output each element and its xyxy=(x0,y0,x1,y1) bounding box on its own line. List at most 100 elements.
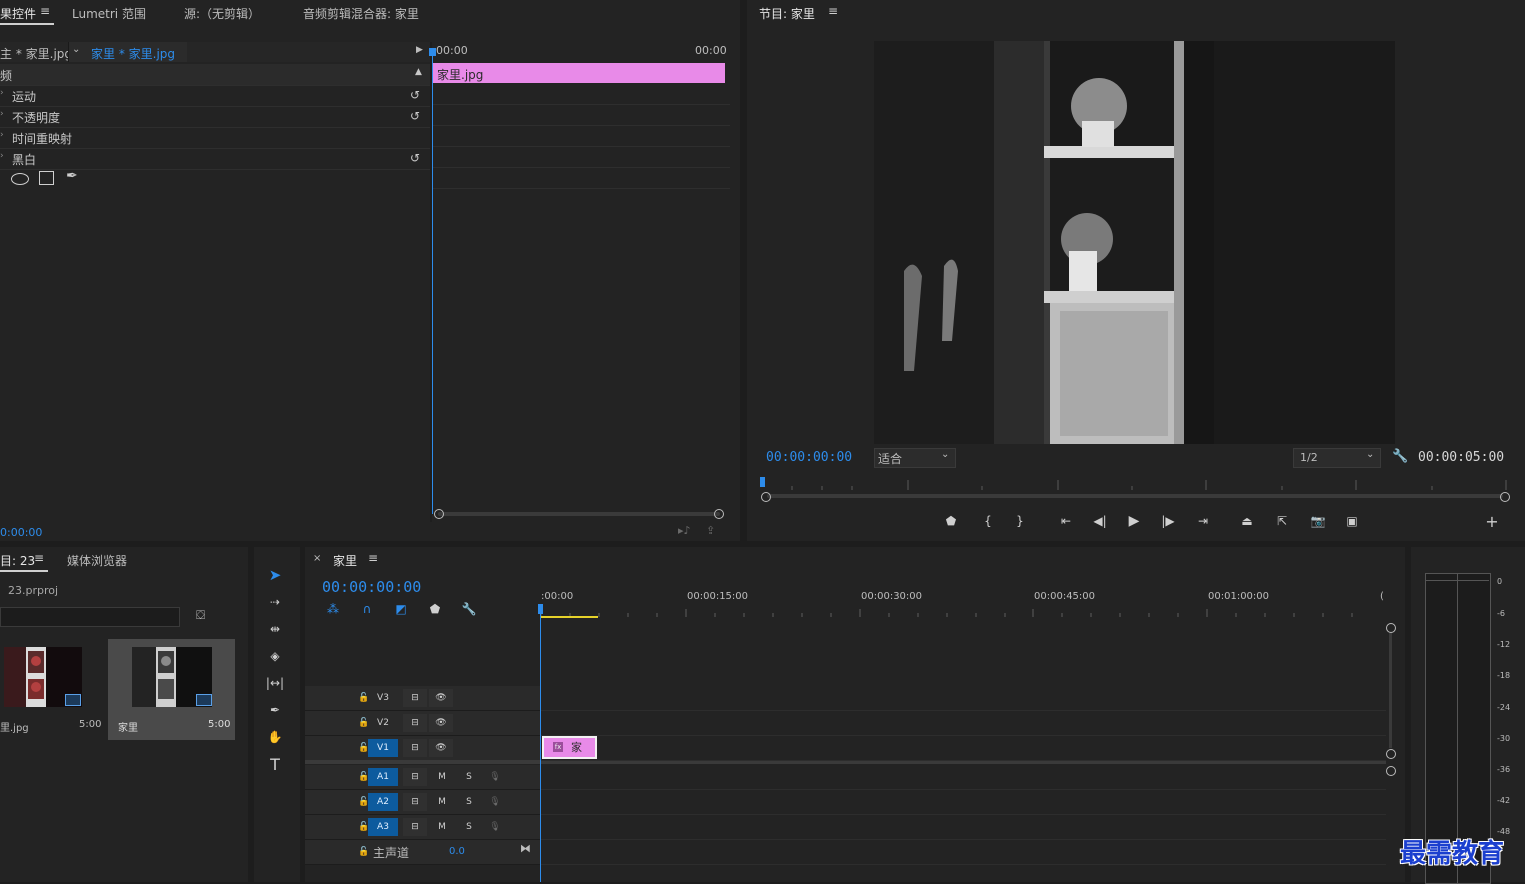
track-lane-a1[interactable] xyxy=(541,765,1386,790)
mic-icon[interactable]: 🎙 xyxy=(480,793,510,811)
reset-icon[interactable]: ↺ xyxy=(410,88,420,102)
tab-menu-icon[interactable]: ≡ xyxy=(34,551,44,565)
slip-tool-icon[interactable]: |↔| xyxy=(264,673,286,693)
ripple-edit-tool-icon[interactable]: ⇹ xyxy=(264,619,286,639)
playhead-line[interactable] xyxy=(432,48,433,514)
effect-row[interactable]: › 黑白 ↺ xyxy=(0,148,430,170)
fit-dropdown[interactable]: 适合 ⌄ xyxy=(874,448,956,468)
mark-in-icon[interactable]: { xyxy=(980,513,996,529)
tab-media-browser[interactable]: 媒体浏览器 xyxy=(67,552,127,569)
lift-icon[interactable]: ⏏ xyxy=(1236,513,1258,529)
master-volume[interactable]: 0.0 xyxy=(449,846,465,857)
mark-out-icon[interactable]: } xyxy=(1012,513,1028,529)
snap-icon[interactable]: ∩ xyxy=(358,601,376,617)
sequence-tab[interactable]: 家里 xyxy=(333,552,357,569)
track-label[interactable]: V1 xyxy=(368,739,398,757)
resolution-dropdown[interactable]: 1/2 ⌄ xyxy=(1293,448,1381,468)
track-lane-master[interactable] xyxy=(541,840,1386,865)
linked-selection-icon[interactable]: ◩ xyxy=(392,601,410,617)
sync-lock-icon[interactable]: ⊟ xyxy=(403,739,427,757)
track-label[interactable]: V3 xyxy=(368,689,398,707)
expand-icon[interactable]: › xyxy=(0,151,4,161)
tab-menu-icon[interactable]: ≡ xyxy=(828,4,838,18)
track-label[interactable]: A2 xyxy=(368,793,398,811)
play-icon[interactable]: ▶ xyxy=(1125,513,1143,529)
close-icon[interactable]: × xyxy=(313,553,321,564)
nest-icon[interactable]: ⁂ xyxy=(324,601,342,617)
search-input[interactable] xyxy=(0,607,180,627)
scroll-handle[interactable] xyxy=(1386,749,1396,759)
zoom-scrollbar[interactable] xyxy=(767,494,1503,498)
reset-icon[interactable]: ↺ xyxy=(410,151,420,165)
zoom-handle-right[interactable] xyxy=(1500,492,1510,502)
current-time-display[interactable]: 0:00:00 xyxy=(0,526,42,539)
mute-button[interactable]: M xyxy=(427,793,457,811)
program-timecode[interactable]: 00:00:00:00 xyxy=(766,450,852,465)
go-to-out-icon[interactable]: ⇥ xyxy=(1193,513,1213,529)
expand-icon[interactable]: › xyxy=(0,109,4,119)
mute-button[interactable]: M xyxy=(427,768,457,786)
clip-bar[interactable]: 家里.jpg xyxy=(433,63,725,83)
track-label[interactable]: V2 xyxy=(368,714,398,732)
rectangle-mask-icon[interactable] xyxy=(39,171,54,185)
tab-lumetri[interactable]: Lumetri 范围 xyxy=(72,5,146,22)
track-lane-v1[interactable] xyxy=(541,736,1386,761)
scroll-handle-left[interactable] xyxy=(434,509,444,519)
track-select-tool-icon[interactable]: ⇢ xyxy=(264,592,286,612)
export-icon[interactable]: ⇪ xyxy=(706,524,715,537)
track-header-v2[interactable]: 🔓 V2 ⊟ 👁 xyxy=(305,711,540,736)
track-header-v3[interactable]: 🔓 V3 ⊟ 👁 xyxy=(305,686,540,711)
scroll-handle[interactable] xyxy=(1386,766,1396,776)
ellipse-mask-icon[interactable] xyxy=(11,173,29,185)
add-button-icon[interactable]: + xyxy=(1484,512,1500,531)
effect-row[interactable]: › 时间重映射 xyxy=(0,127,430,149)
track-lane-a2[interactable] xyxy=(541,790,1386,815)
scroll-handle[interactable] xyxy=(1386,623,1396,633)
selection-tool-icon[interactable]: ➤ xyxy=(264,565,286,585)
project-item[interactable]: 家里 5:00 xyxy=(108,639,235,740)
extract-icon[interactable]: ⇱ xyxy=(1271,513,1293,529)
track-header-a2[interactable]: 🔓 A2 ⊟ M S 🎙 xyxy=(305,790,540,815)
sync-lock-icon[interactable]: ⊟ xyxy=(403,793,427,811)
program-title[interactable]: 节目: 家里 xyxy=(759,5,815,22)
scrub-ruler[interactable] xyxy=(762,478,1507,490)
timeline-ruler[interactable]: :00:00 00:00:15:00 00:00:30:00 00:00:45:… xyxy=(541,589,1386,619)
track-header-v1[interactable]: 🔓 V1 ⊟ 👁 xyxy=(305,736,540,761)
vertical-scrollbar[interactable] xyxy=(1389,633,1392,748)
filter-audio-icon[interactable]: ▸♪ xyxy=(678,524,691,537)
project-item[interactable]: 里.jpg 5:00 xyxy=(0,639,106,739)
track-header-a3[interactable]: 🔓 A3 ⊟ M S 🎙 xyxy=(305,815,540,840)
sync-lock-icon[interactable]: ⊟ xyxy=(403,818,427,836)
timeline-timecode[interactable]: 00:00:00:00 xyxy=(322,578,421,596)
mic-icon[interactable]: 🎙 xyxy=(480,818,510,836)
master-clip-label[interactable]: 主 * 家里.jpg xyxy=(0,45,72,62)
effect-row[interactable]: › 运动 ↺ xyxy=(0,85,430,107)
effect-row[interactable]: › 不透明度 ↺ xyxy=(0,106,430,128)
reset-icon[interactable]: ↺ xyxy=(410,109,420,123)
camera-icon[interactable]: 📷 xyxy=(1308,513,1328,529)
playhead-marker[interactable] xyxy=(429,48,436,56)
expand-icon[interactable]: › xyxy=(0,88,4,98)
eye-icon[interactable]: 👁 xyxy=(429,739,453,757)
pen-tool-icon[interactable]: ✒ xyxy=(264,700,286,720)
add-marker-icon[interactable]: ⬟ xyxy=(427,601,443,617)
clip-dropdown[interactable]: ⌄ 家里 * 家里.jpg xyxy=(68,42,187,62)
expand-icon[interactable]: › xyxy=(0,130,4,140)
tab-source[interactable]: 源:（无剪辑） xyxy=(184,5,260,22)
wrench-icon[interactable]: 🔧 xyxy=(1392,449,1408,464)
mic-icon[interactable]: 🎙 xyxy=(480,768,510,786)
track-label[interactable]: A1 xyxy=(368,768,398,786)
track-lane-v3[interactable] xyxy=(541,686,1386,711)
tab-menu-icon[interactable]: ≡ xyxy=(40,4,50,18)
playhead-marker[interactable] xyxy=(760,477,765,487)
collapse-icon[interactable]: ▲ xyxy=(415,67,422,77)
wrench-icon[interactable]: 🔧 xyxy=(460,601,478,617)
new-bin-icon[interactable]: ⛋ xyxy=(196,608,205,623)
play-arrow-icon[interactable]: ▶ xyxy=(416,45,423,55)
tab-effect-controls[interactable]: 果控件 xyxy=(0,5,36,22)
sync-lock-icon[interactable]: ⊟ xyxy=(403,689,427,707)
work-area-bar[interactable] xyxy=(541,616,598,618)
track-lane-a3[interactable] xyxy=(541,815,1386,840)
eye-icon[interactable]: 👁 xyxy=(429,689,453,707)
type-tool-icon[interactable]: T xyxy=(264,754,286,774)
